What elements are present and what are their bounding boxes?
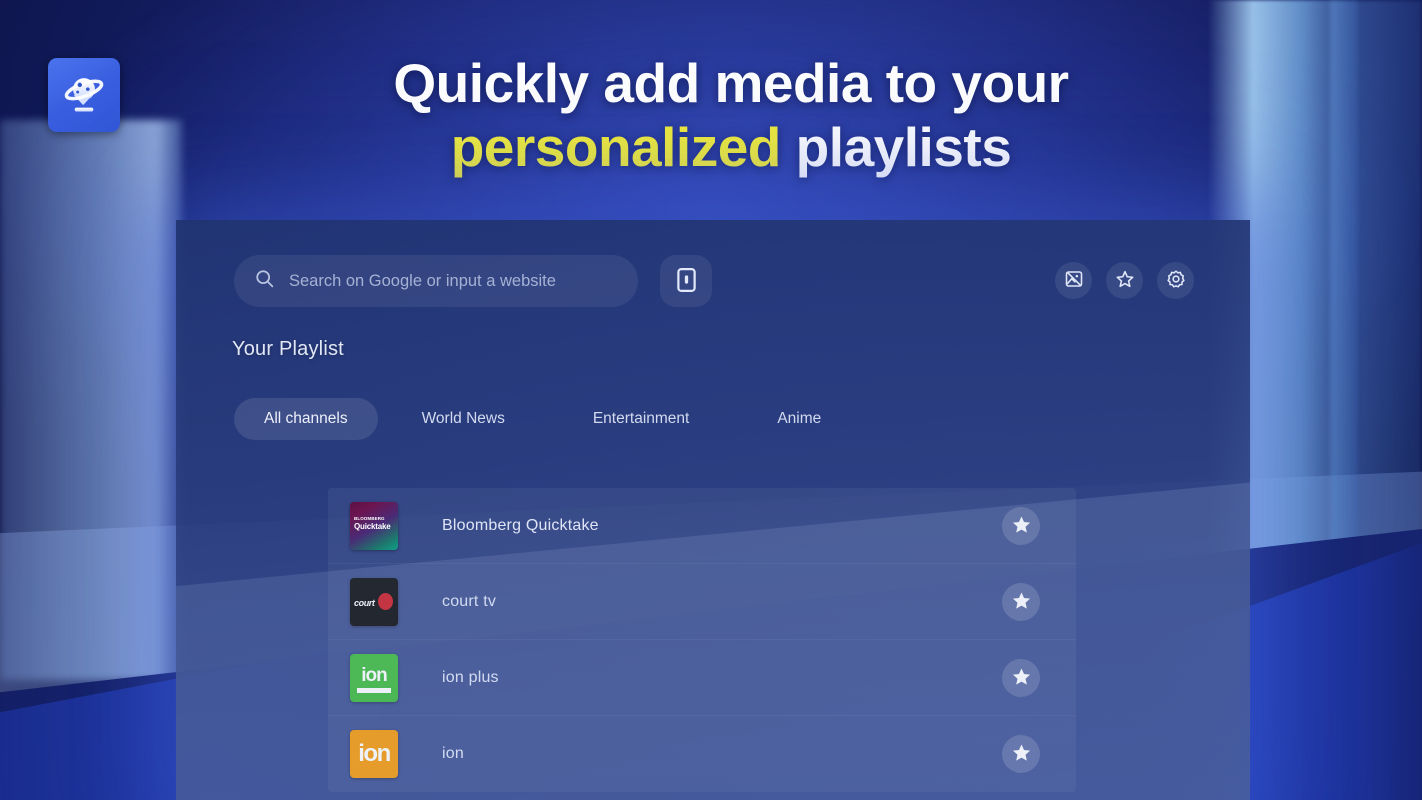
headline: Quickly add media to your personalized p… [0,52,1422,180]
search-row [234,255,712,307]
settings-button[interactable] [1157,262,1194,299]
ion-plus-logo: ion [350,653,398,702]
category-tabs: All channels World News Entertainment An… [234,398,865,440]
favorite-star-button[interactable] [1002,582,1040,621]
image-blocked-button[interactable] [1055,262,1092,299]
table-row[interactable]: BLOOMBERG Quicktake Bloomberg Quicktake [328,488,1076,564]
headline-line-1: Quickly add media to your [393,52,1069,114]
channel-name: ion [442,745,464,762]
search-icon [254,268,275,294]
tab-world-news[interactable]: World News [378,398,549,440]
ion-plus-underline [357,687,391,693]
app-screenshot-panel: Your Playlist All channels World News En… [176,220,1250,800]
mobile-device-icon [676,267,696,295]
logo-text-top: BLOOMBERG [354,515,385,521]
channel-name: Bloomberg Quicktake [442,516,599,534]
ion-logo: ion [350,730,398,778]
tab-anime[interactable]: Anime [733,398,865,440]
star-filled-icon [1011,742,1032,766]
star-filled-icon [1011,666,1032,690]
favorite-star-button[interactable] [1002,735,1040,773]
table-row[interactable]: court court tv [328,564,1076,640]
search-input[interactable] [289,271,618,291]
court-tv-logo: court [350,577,398,626]
logo-text-main: ion [361,665,387,686]
headline-accent-word: personalized [450,115,782,178]
bloomberg-quicktake-logo: BLOOMBERG Quicktake [350,501,398,550]
star-outline-icon [1115,269,1135,292]
background-left-light-beam [0,120,182,680]
mobile-view-button[interactable] [660,255,712,307]
logo-text-main: ion [358,740,391,767]
favorite-star-button[interactable] [1002,506,1040,545]
channel-name: court tv [442,592,497,610]
favorite-star-button[interactable] [1002,658,1040,697]
channel-list: BLOOMBERG Quicktake Bloomberg Quicktake … [328,488,1076,792]
headline-line-2: personalized playlists [40,116,1422,180]
headline-line-2-rest: playlists [780,115,1012,178]
logo-text-main: court [354,597,375,608]
table-row[interactable]: ion ion plus [328,640,1076,716]
tab-entertainment[interactable]: Entertainment [549,398,734,440]
table-row[interactable]: ion ion [328,716,1076,792]
star-filled-icon [1011,590,1032,614]
tab-all-channels[interactable]: All channels [234,398,378,440]
image-blocked-icon [1064,269,1084,292]
star-filled-icon [1011,514,1032,538]
gear-icon [1166,269,1186,292]
logo-text-main: Quicktake [354,521,391,531]
channel-name: ion plus [442,668,499,686]
page-title: Your Playlist [232,338,344,360]
court-tv-red-dot [378,592,393,610]
search-box[interactable] [234,255,638,307]
top-icon-cluster [1055,262,1194,299]
favorites-button[interactable] [1106,262,1143,299]
